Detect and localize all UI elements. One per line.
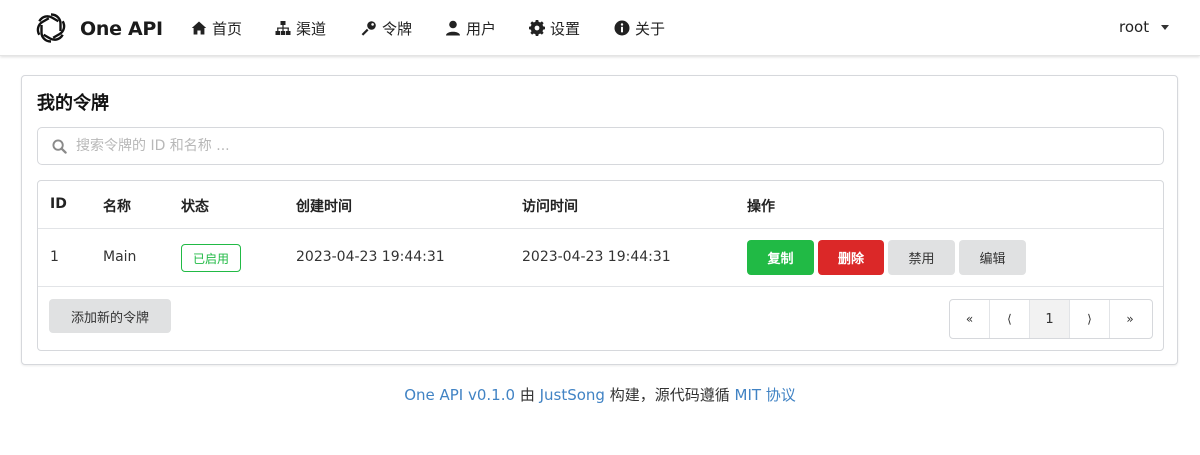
- status-badge: 已启用: [181, 244, 241, 272]
- info-icon: [614, 20, 630, 36]
- tokens-card: 我的令牌 ID 名称 状态 创建时间 访问时间 操作 1 Main 已启用 20…: [21, 75, 1178, 365]
- openai-logo-icon[interactable]: [33, 10, 69, 46]
- pagination-first[interactable]: «: [950, 300, 990, 338]
- cell-accessed-time: 2023-04-23 19:44:31: [522, 249, 671, 265]
- nav-item-tokens[interactable]: 令牌: [361, 18, 412, 38]
- cell-created-time: 2023-04-23 19:44:31: [296, 249, 445, 265]
- page-title: 我的令牌: [37, 93, 109, 114]
- nav-item-home[interactable]: 首页: [191, 18, 242, 38]
- footer-app-link[interactable]: One API v0.1.0: [404, 386, 515, 404]
- search-input[interactable]: [76, 128, 1156, 164]
- column-header-name[interactable]: 名称: [103, 196, 131, 216]
- disable-button[interactable]: 禁用: [888, 240, 955, 275]
- nav-item-about[interactable]: 关于: [614, 18, 665, 38]
- footer: One API v0.1.0 由 JustSong 构建，源代码遵循 MIT 协…: [0, 384, 1200, 405]
- column-header-accessed[interactable]: 访问时间: [522, 196, 578, 216]
- user-menu[interactable]: root: [1119, 18, 1170, 36]
- pagination: « ⟨ 1 ⟩ »: [949, 299, 1153, 339]
- pagination-prev[interactable]: ⟨: [990, 300, 1030, 338]
- nav-label-home: 首页: [212, 19, 243, 38]
- user-icon: [446, 20, 460, 36]
- nav-item-channels[interactable]: 渠道: [275, 18, 326, 38]
- pagination-page-current[interactable]: 1: [1030, 300, 1070, 338]
- column-header-actions: 操作: [747, 199, 775, 215]
- add-token-button[interactable]: 添加新的令牌: [49, 299, 171, 333]
- nav-item-users[interactable]: 用户: [445, 18, 496, 38]
- home-icon: [191, 21, 207, 35]
- footer-built-text: 构建，源代码遵循: [604, 386, 735, 404]
- sitemap-icon: [275, 21, 291, 35]
- delete-button[interactable]: 删除: [818, 240, 884, 275]
- nav-label-about: 关于: [635, 19, 666, 38]
- table-header-row: ID 名称 状态 创建时间 访问时间 操作: [38, 181, 1163, 229]
- username: root: [1119, 18, 1150, 36]
- brand-name[interactable]: One API: [80, 18, 163, 40]
- search-icon: [52, 139, 67, 154]
- nav-label-users: 用户: [466, 19, 497, 38]
- nav-label-channels: 渠道: [296, 19, 327, 38]
- nav-label-settings: 设置: [550, 19, 581, 38]
- column-header-created[interactable]: 创建时间: [296, 196, 352, 216]
- table-row: 1 Main 已启用 2023-04-23 19:44:31 2023-04-2…: [38, 229, 1163, 287]
- gear-icon: [529, 20, 545, 36]
- key-icon: [361, 21, 376, 36]
- edit-button[interactable]: 编辑: [959, 240, 1026, 275]
- copy-button[interactable]: 复制: [747, 240, 814, 275]
- tokens-table: ID 名称 状态 创建时间 访问时间 操作 1 Main 已启用 2023-04…: [37, 180, 1164, 351]
- footer-by-text: 由: [515, 386, 540, 404]
- cell-name: Main: [103, 249, 137, 265]
- pagination-last[interactable]: »: [1110, 300, 1150, 338]
- pagination-next[interactable]: ⟩: [1070, 300, 1110, 338]
- column-header-status[interactable]: 状态: [181, 196, 209, 216]
- nav-item-settings[interactable]: 设置: [529, 18, 580, 38]
- chevron-down-icon: [1161, 24, 1170, 30]
- cell-id: 1: [50, 249, 59, 265]
- footer-license-link[interactable]: MIT 协议: [735, 386, 796, 404]
- search-box[interactable]: [37, 127, 1164, 165]
- nav-label-tokens: 令牌: [382, 19, 413, 38]
- footer-author-link[interactable]: JustSong: [540, 386, 605, 404]
- column-header-id[interactable]: ID: [50, 196, 67, 212]
- top-navbar: One API 首页 渠道 令牌 用户 设置 关于 root: [0, 0, 1200, 56]
